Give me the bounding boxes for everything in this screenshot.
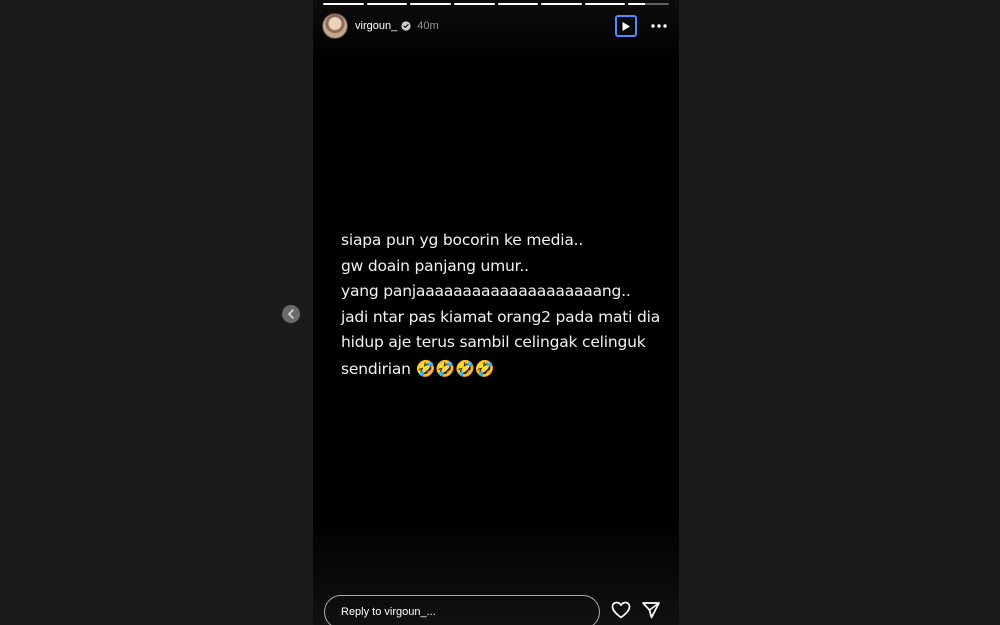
progress-segment [584, 3, 626, 5]
verified-badge-icon [401, 21, 411, 31]
story-caption: siapa pun yg bocorin ke media.. gw doain… [341, 228, 661, 382]
post-time: 40m [417, 20, 439, 32]
progress-segment [453, 3, 495, 5]
caption-line: gw doain panjang umur.. [341, 256, 529, 275]
send-icon [642, 602, 660, 619]
more-options-icon [651, 24, 667, 28]
rofl-emoji: 🤣🤣🤣🤣 [415, 358, 495, 378]
avatar[interactable] [323, 14, 347, 38]
caption-line: siapa pun yg bocorin ke media.. [341, 231, 584, 249]
like-button[interactable] [611, 601, 633, 621]
progress-segment [497, 3, 539, 5]
play-button[interactable] [615, 15, 637, 37]
previous-story-button[interactable] [282, 305, 300, 323]
reply-input[interactable]: Reply to virgoun_... [324, 595, 600, 625]
username[interactable]: virgoun_ [355, 20, 397, 32]
story-progress-bar [323, 3, 669, 5]
progress-segment [366, 3, 408, 5]
caption-line: sendirian [341, 359, 411, 378]
progress-segment [410, 3, 451, 5]
progress-segment [541, 3, 582, 5]
caption-line: yang panjaaaaaaaaaaaaaaaaaaaang.. [341, 282, 631, 300]
progress-segment [628, 3, 669, 5]
chevron-left-icon [288, 309, 294, 319]
share-button[interactable] [641, 601, 663, 621]
play-icon [622, 21, 630, 31]
story-header: virgoun_ 40m [323, 12, 669, 40]
heart-icon [611, 601, 631, 619]
story-viewer: virgoun_ 40m siapa pun yg bocorin ke med… [0, 0, 1000, 625]
more-options-button[interactable] [649, 16, 669, 36]
caption-line: jadi ntar pas kiamat orang2 pada mati di… [341, 307, 661, 326]
progress-segment [323, 3, 364, 5]
caption-line: hidup aje terus sambil celingak celinguk [341, 333, 646, 351]
story-card[interactable]: virgoun_ 40m siapa pun yg bocorin ke med… [313, 0, 679, 625]
